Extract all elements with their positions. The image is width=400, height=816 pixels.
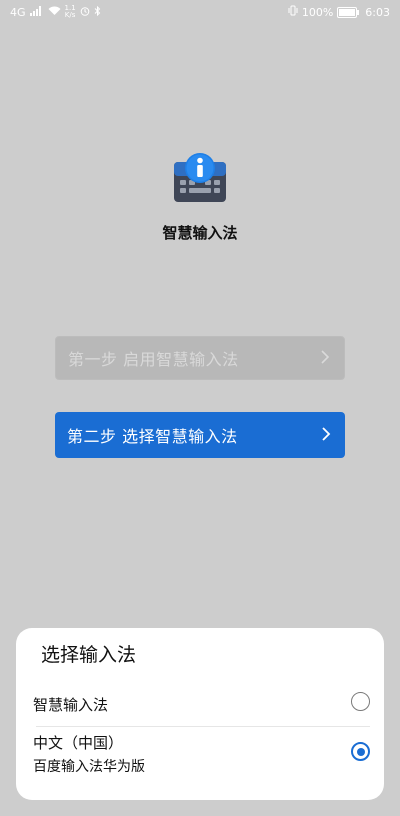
battery-percent: 100% — [301, 5, 334, 19]
radio-unchecked-icon[interactable] — [351, 692, 370, 711]
status-left: 4G 1.1 K/s — [10, 5, 101, 19]
dialog-title: 选择输入法 — [41, 644, 137, 666]
option-label: 智慧输入法 — [33, 696, 109, 714]
signal-icon — [29, 5, 44, 19]
alarm-icon — [80, 6, 90, 19]
net-speed: 1.1 K/s — [65, 5, 76, 19]
status-right: 100% 6:03 — [288, 5, 390, 19]
vibrate-icon — [288, 5, 298, 19]
step2-label: 第二步 选择智慧输入法 — [67, 427, 238, 446]
chevron-right-icon — [320, 348, 330, 368]
chevron-right-icon — [321, 425, 331, 445]
option-chinese-baidu[interactable]: 中文（中国） 百度输入法华为版 — [33, 730, 370, 782]
option-label: 中文（中国） — [33, 734, 124, 752]
step1-label: 第一步 启用智慧输入法 — [68, 350, 239, 369]
app-name: 智慧输入法 — [162, 224, 238, 242]
bluetooth-icon — [94, 5, 101, 19]
select-input-method-dialog: 选择输入法 智慧输入法 中文（中国） 百度输入法华为版 — [16, 628, 384, 800]
option-smart-input[interactable]: 智慧输入法 — [33, 688, 370, 722]
step1-enable-button[interactable]: 第一步 启用智慧输入法 — [55, 336, 345, 380]
network-type: 4G — [10, 5, 26, 19]
clock: 6:03 — [365, 5, 390, 19]
battery-icon — [337, 6, 360, 18]
status-bar: 4G 1.1 K/s 100% 6:03 — [0, 0, 400, 24]
keyboard-info-icon — [172, 150, 228, 206]
divider — [36, 726, 370, 727]
wifi-icon — [48, 6, 61, 19]
option-sublabel: 百度输入法华为版 — [33, 759, 145, 775]
step2-select-button[interactable]: 第二步 选择智慧输入法 — [55, 412, 345, 458]
net-speed-unit: K/s — [64, 11, 76, 19]
radio-checked-icon[interactable] — [351, 742, 370, 761]
